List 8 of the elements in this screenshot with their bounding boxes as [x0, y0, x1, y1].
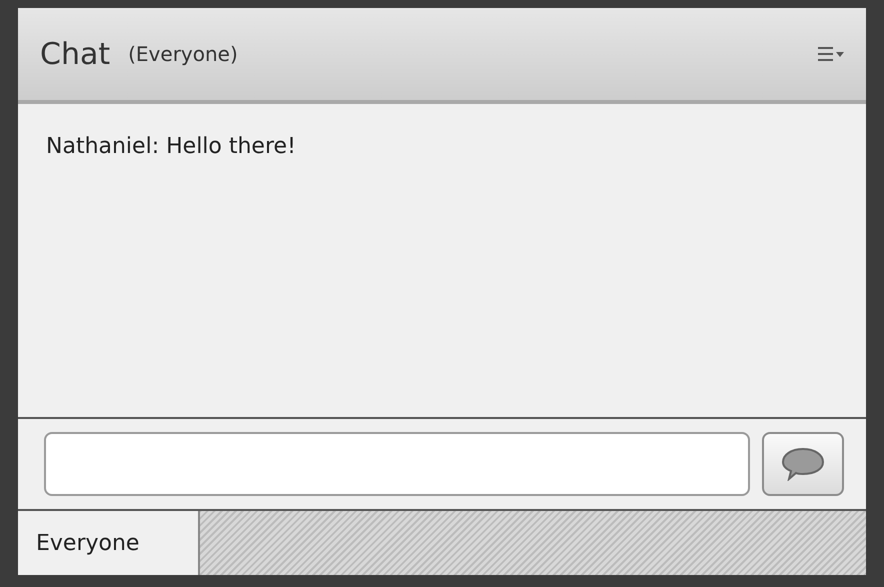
- chat-tab[interactable]: Everyone: [18, 511, 200, 575]
- chat-message: Nathaniel: Hello there!: [46, 134, 297, 159]
- send-button[interactable]: [762, 432, 844, 496]
- chat-audience: (Everyone): [128, 42, 239, 66]
- speech-bubble-icon: [781, 447, 825, 481]
- message-input[interactable]: [44, 432, 750, 496]
- chat-title: Chat: [40, 36, 110, 72]
- menu-icon[interactable]: [818, 45, 844, 63]
